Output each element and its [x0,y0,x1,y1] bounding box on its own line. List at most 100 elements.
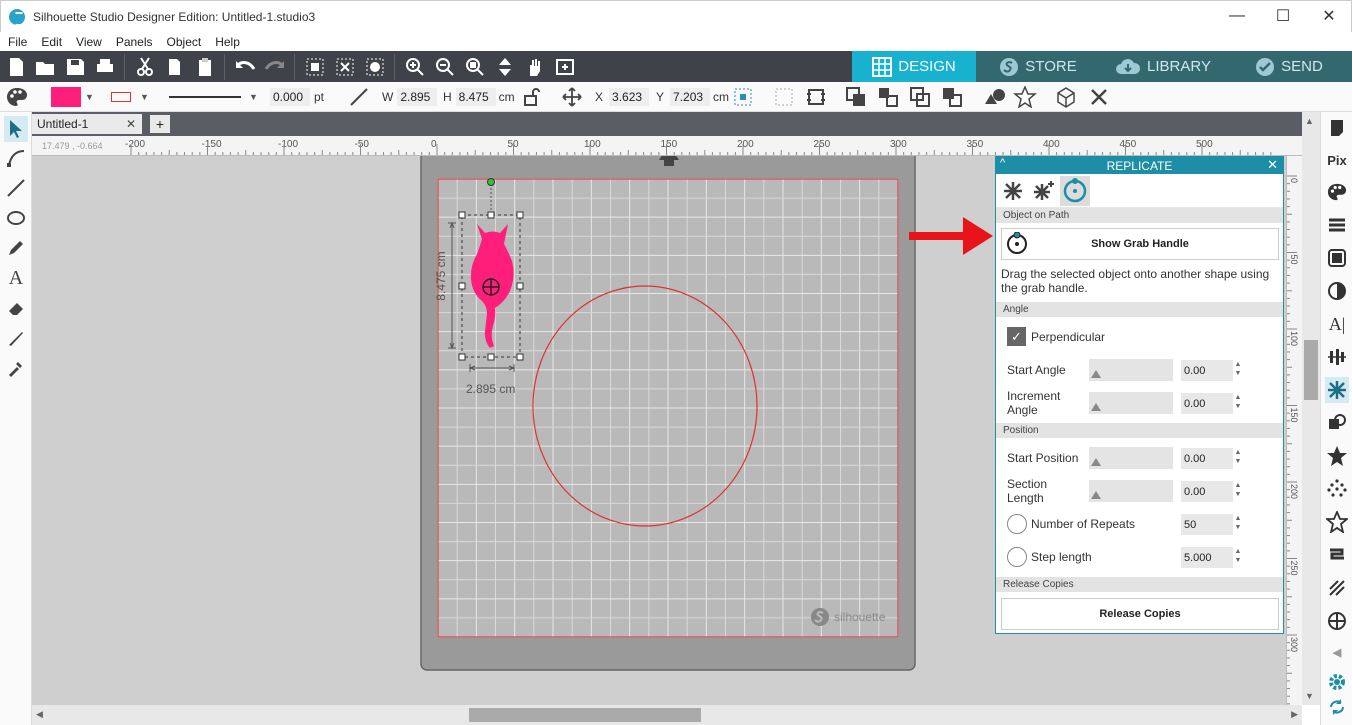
menu-panels[interactable]: Panels [116,35,153,49]
close-panel-icon[interactable]: ✕ [1267,157,1278,173]
print-icon[interactable] [93,55,117,79]
close-x-icon[interactable] [1088,86,1110,108]
increment-angle-spinner[interactable]: ▲ ▼ [1234,393,1242,411]
undo-icon[interactable] [233,55,257,79]
collapse-left-icon[interactable]: ◀ [1325,639,1349,665]
knife-icon[interactable] [4,325,28,351]
replicate-tab-object-on-path[interactable] [1060,176,1090,206]
star-icon[interactable] [1013,86,1037,108]
start-position-spinner[interactable]: ▲ ▼ [1234,448,1242,466]
select-by-color-icon[interactable] [363,55,387,79]
fit-to-page-icon[interactable] [493,55,517,79]
close-tab-icon[interactable]: ✕ [126,117,136,131]
lock-aspect-icon[interactable] [522,86,542,108]
maximize-button[interactable]: ☐ [1260,1,1306,31]
deselect-icon[interactable] [333,55,357,79]
horizontal-scrollbar[interactable]: ◀ ▶ [32,705,1302,725]
add-tab-button[interactable]: + [150,115,170,133]
align-grid-icon[interactable] [733,86,753,108]
3d-box-icon[interactable] [1053,86,1079,108]
close-window-button[interactable]: ✕ [1306,1,1352,31]
line-style-panel-icon[interactable] [1325,212,1349,238]
start-angle-slider[interactable] [1089,359,1173,381]
increment-angle-input[interactable]: 0.00 [1181,393,1233,414]
open-folder-icon[interactable] [33,55,57,79]
pixscan-icon[interactable]: Pix [1325,147,1349,173]
tab-store[interactable]: STORE [976,51,1100,82]
cut-icon[interactable] [133,55,157,79]
section-length-slider[interactable] [1089,480,1173,502]
width-input[interactable] [397,88,438,106]
number-of-repeats-spinner[interactable]: ▲ ▼ [1234,514,1242,532]
height-input[interactable] [455,88,496,106]
select-arrow-icon[interactable] [4,116,28,142]
number-of-repeats-input[interactable]: 50 [1181,514,1233,535]
ellipse-tool-icon[interactable] [4,205,28,231]
transform-icon[interactable] [773,86,795,108]
weld-panel-icon[interactable] [1325,575,1349,601]
x-position-field[interactable]: X [595,86,650,108]
align-panel-icon[interactable] [1325,344,1349,370]
section-length-spinner[interactable]: ▲ ▼ [1234,481,1242,499]
line-tool-icon[interactable] [4,175,28,201]
rhinestone-panel-icon[interactable] [1325,476,1349,502]
line-width-field[interactable]: pt [270,86,324,108]
menu-edit[interactable]: Edit [41,35,62,49]
menu-object[interactable]: Object [167,35,202,49]
release-compound-icon[interactable] [941,86,963,108]
zoom-out-icon[interactable] [433,55,457,79]
y-position-field[interactable]: Y cm [656,86,729,108]
modify-panel-icon[interactable] [1325,410,1349,436]
eraser-icon[interactable] [4,295,28,321]
start-position-input[interactable]: 0.00 [1181,448,1233,469]
eyedropper-icon[interactable] [4,355,28,381]
favorites-star-icon[interactable] [1325,509,1349,535]
height-field[interactable]: H cm [443,86,515,108]
palette-icon[interactable] [5,86,29,108]
page-setup-icon[interactable] [1325,115,1349,141]
horizontal-scroll-thumb[interactable] [469,708,701,722]
ungroup-icon[interactable] [877,86,899,108]
width-field[interactable]: W [382,86,438,108]
menu-view[interactable]: View [76,35,102,49]
nesting-panel-icon[interactable] [1325,608,1349,634]
tab-untitled-1[interactable]: Untitled-1 ✕ [32,114,142,134]
select-all-icon[interactable] [303,55,327,79]
y-input[interactable] [670,88,711,106]
fill-color-swatch[interactable]: ▼ [51,86,94,108]
tab-design[interactable]: DESIGN [852,51,976,82]
start-position-slider[interactable] [1089,447,1173,469]
copy-icon[interactable] [163,55,187,79]
line-style-dropdown[interactable]: ▼ [169,86,258,108]
shape-fill-icon[interactable] [983,86,1007,108]
point-edit-icon[interactable] [4,145,28,171]
rotate-handle[interactable] [487,178,495,186]
menu-help[interactable]: Help [215,35,240,49]
start-angle-spinner[interactable]: ▲ ▼ [1234,360,1242,378]
line-width-input[interactable] [270,88,310,106]
menu-file[interactable]: File [8,35,27,49]
text-tool-icon[interactable]: A [4,265,28,291]
settings-gear-icon[interactable] [1325,669,1349,695]
save-icon[interactable] [63,55,87,79]
release-copies-button[interactable]: Release Copies [1001,598,1279,630]
text-style-panel-icon[interactable]: A| [1325,311,1349,337]
increment-angle-slider[interactable] [1089,392,1173,414]
collapse-panel-icon[interactable]: ^ [1000,157,1005,169]
x-input[interactable] [609,88,650,106]
new-document-icon[interactable] [4,55,28,79]
start-angle-input[interactable]: 0.00 [1181,360,1233,381]
show-grab-handle-button[interactable]: Show Grab Handle [1001,228,1279,260]
sketch-panel-icon[interactable] [1325,542,1349,568]
zoom-select-icon[interactable] [463,55,487,79]
zoom-fit-icon[interactable] [553,55,577,79]
vertical-scrollbar[interactable]: ▲ ▼ [1302,112,1320,705]
line-color-swatch[interactable]: ▼ [111,86,149,108]
pencil-icon[interactable] [4,235,28,261]
redo-icon[interactable] [263,55,287,79]
tab-send[interactable]: SEND [1226,51,1352,82]
vertical-scroll-thumb[interactable] [1304,340,1318,400]
step-length-radio[interactable] [1007,547,1027,567]
replicate-tab-basic[interactable] [998,176,1028,206]
replicate-tab-advanced[interactable] [1029,176,1059,206]
